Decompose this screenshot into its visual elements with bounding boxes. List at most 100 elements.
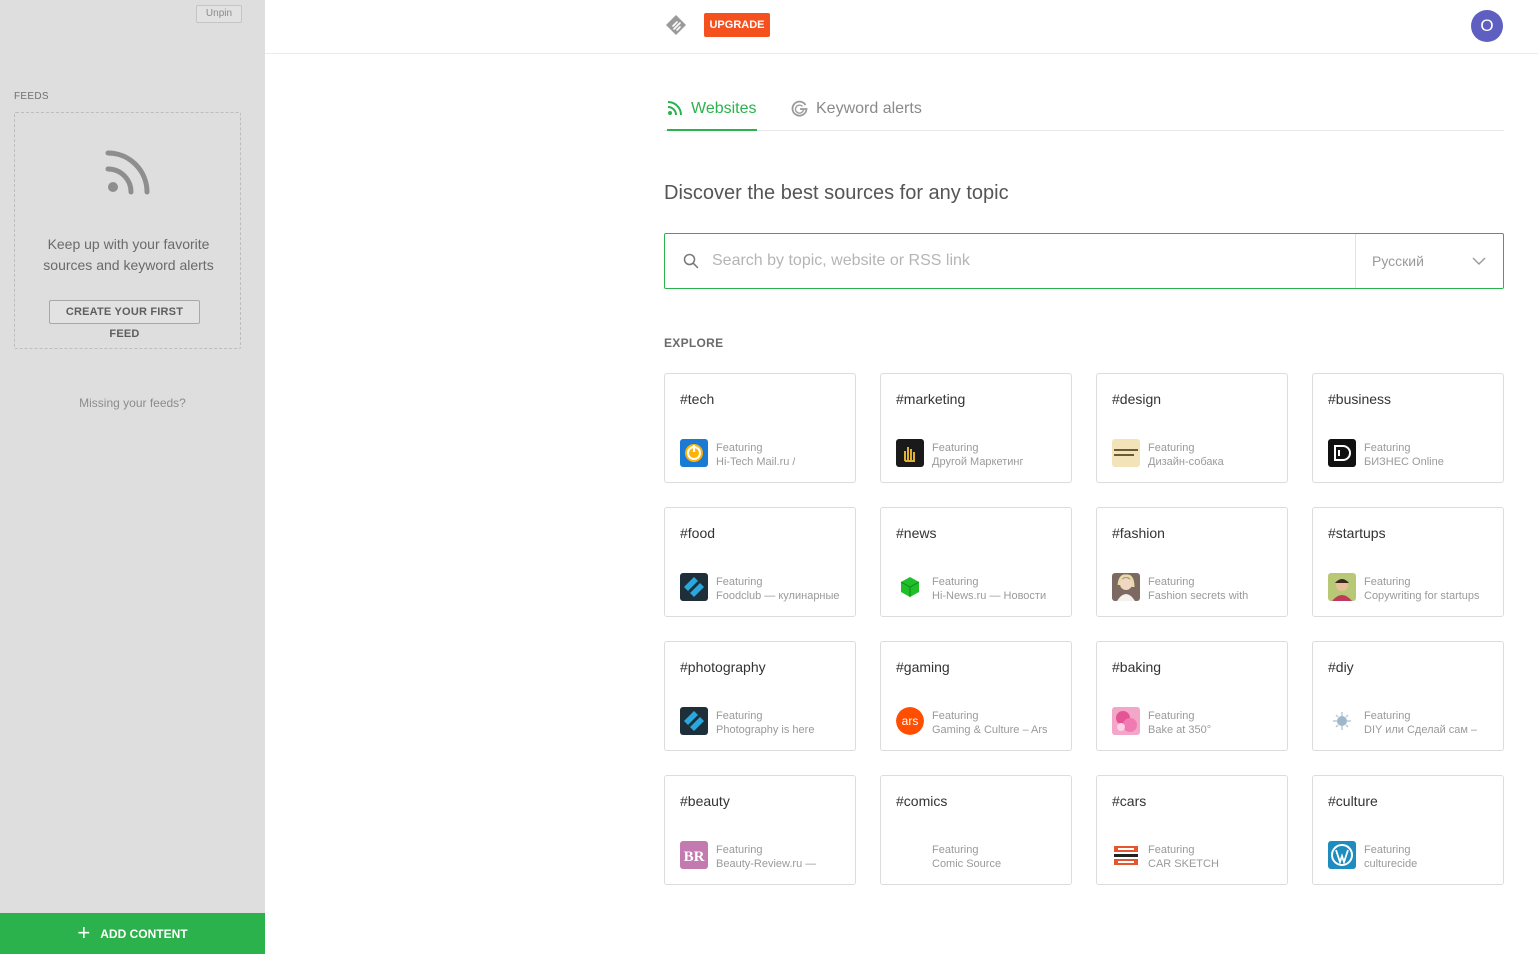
topic-title: #fashion	[1112, 525, 1165, 541]
topic-title: #food	[680, 525, 716, 541]
cube-icon	[896, 573, 924, 601]
page-heading: Discover the best sources for any topic	[664, 182, 1009, 204]
featured-source: Другой Маркетинг	[932, 456, 1024, 468]
add-content-label: ADD CONTENT	[100, 926, 188, 941]
featured-source: Дизайн-собака	[1148, 456, 1224, 468]
topic-title: #comics	[896, 793, 948, 809]
br-logo-icon: BR	[680, 841, 708, 869]
featuring-label: Featuring	[1148, 442, 1195, 454]
tab-keyword-alerts-label: Keyword alerts	[816, 100, 922, 117]
tab-keyword-alerts[interactable]: Keyword alerts	[791, 96, 922, 131]
topic-card-beauty[interactable]: #beauty BR Featuring Beauty-Review.ru —	[664, 775, 856, 885]
upgrade-button[interactable]: UPGRADE	[704, 13, 770, 37]
tab-websites[interactable]: Websites	[667, 96, 757, 131]
topic-title: #business	[1328, 391, 1392, 407]
create-first-feed-button[interactable]: CREATE YOUR FIRST FEED	[49, 300, 200, 340]
topic-title: #baking	[1112, 659, 1162, 675]
featuring-label: Featuring	[1148, 844, 1195, 856]
topic-card-marketing[interactable]: #marketing Featuring Другой Маркетинг	[880, 373, 1072, 483]
missing-feeds-link[interactable]: Missing your feeds?	[0, 396, 265, 410]
featured-source: DIY или Сделай сам –	[1364, 724, 1478, 736]
blank-icon	[896, 841, 924, 869]
featuring-label: Featuring	[1364, 844, 1411, 856]
featured-source: Fashion secrets with	[1148, 590, 1249, 602]
topic-card-food[interactable]: #food Featuring Foodclub — кулинарные	[664, 507, 856, 617]
featured-source: Hi-News.ru — Новости	[932, 590, 1047, 602]
topic-title: #startups	[1328, 525, 1386, 541]
topic-title: #tech	[680, 391, 715, 407]
business-logo-icon	[1328, 439, 1356, 467]
topic-title: #news	[896, 525, 937, 541]
featured-source: БИЗНЕС Online	[1364, 456, 1444, 468]
topic-title: #photography	[680, 659, 766, 675]
language-select[interactable]: Русский	[1355, 234, 1504, 288]
plus-icon: +	[77, 919, 91, 945]
feeds-empty-line-1: Keep up with your favorite	[47, 236, 210, 252]
search-input[interactable]	[712, 247, 1332, 275]
feedly-logo-icon[interactable]	[665, 14, 687, 36]
unpin-button[interactable]: Unpin	[196, 5, 242, 23]
cookie-icon	[1112, 707, 1140, 735]
featured-source: Bake at 350°	[1148, 724, 1212, 736]
topic-card-news[interactable]: #news Featuring Hi-News.ru — Новости	[880, 507, 1072, 617]
hand-icon	[896, 439, 924, 467]
featuring-label: Featuring	[716, 844, 763, 856]
topic-card-business[interactable]: #business Featuring БИЗНЕС Online	[1312, 373, 1504, 483]
featuring-label: Featuring	[716, 442, 763, 454]
language-value: Русский	[1372, 253, 1424, 269]
feeds-section-label: FEEDS	[14, 91, 49, 102]
car-sketch-icon	[1112, 841, 1140, 869]
foodclub-icon	[680, 573, 708, 601]
topic-card-photography[interactable]: #photography Featuring Photography is he…	[664, 641, 856, 751]
featuring-label: Featuring	[716, 576, 763, 588]
sidebar: Unpin FEEDS Keep up with your favorite s…	[0, 0, 265, 954]
svg-text:ars: ars	[902, 714, 919, 728]
rss-icon	[105, 150, 150, 195]
topic-card-baking[interactable]: #baking Featuring Bake at 350°	[1096, 641, 1288, 751]
topic-card-fashion[interactable]: #fashion Featuring Fashion secrets with	[1096, 507, 1288, 617]
tab-websites-label: Websites	[691, 100, 757, 117]
photo-icon	[680, 707, 708, 735]
topic-card-diy[interactable]: #diy Featuring DIY или Сделай сам –	[1312, 641, 1504, 751]
featured-source: Beauty-Review.ru —	[716, 858, 817, 870]
featured-source: Gaming & Culture – Ars	[932, 724, 1048, 736]
featured-source: Hi-Tech Mail.ru /	[716, 456, 796, 468]
ars-icon: ars	[896, 707, 924, 735]
topic-card-cars[interactable]: #cars Featuring CAR SKETCH	[1096, 775, 1288, 885]
topic-card-comics[interactable]: #comics Featuring Comic Source	[880, 775, 1072, 885]
topic-card-tech[interactable]: #tech Featuring Hi-Tech Mail.ru /	[664, 373, 856, 483]
featured-source: CAR SKETCH	[1148, 858, 1219, 870]
splash-icon	[1328, 707, 1356, 735]
add-content-button[interactable]: + ADD CONTENT	[0, 913, 265, 954]
topic-card-culture[interactable]: #culture Featuring culturecide	[1312, 775, 1504, 885]
fashion-avatar-icon	[1112, 573, 1140, 601]
svg-text:BR: BR	[684, 849, 705, 865]
feeds-empty-text: Keep up with your favorite sources and k…	[15, 234, 242, 276]
studio-logo-icon	[1112, 439, 1140, 467]
avatar[interactable]: O	[1471, 10, 1503, 42]
topic-card-gaming[interactable]: #gaming ars Featuring Gaming & Culture –…	[880, 641, 1072, 751]
startup-avatar-icon	[1328, 573, 1356, 601]
featured-source: culturecide	[1364, 858, 1418, 870]
featured-source: Foodclub — кулинарные	[716, 590, 840, 602]
google-icon	[791, 100, 808, 117]
featuring-label: Featuring	[716, 710, 763, 722]
topic-card-design[interactable]: #design Featuring Дизайн-собака	[1096, 373, 1288, 483]
featuring-label: Featuring	[1364, 442, 1411, 454]
featuring-label: Featuring	[1148, 576, 1195, 588]
topic-title: #culture	[1328, 793, 1378, 809]
search-bar: Русский	[664, 233, 1504, 289]
power-icon	[680, 439, 708, 467]
feeds-empty-line-2: sources and keyword alerts	[43, 257, 214, 273]
rss-icon	[667, 101, 682, 116]
featured-source: Comic Source	[932, 858, 1002, 870]
topic-title: #diy	[1328, 659, 1354, 675]
top-bar: UPGRADE O	[265, 0, 1538, 54]
featuring-label: Featuring	[1364, 710, 1411, 722]
featuring-label: Featuring	[932, 710, 979, 722]
topic-title: #beauty	[680, 793, 730, 809]
chevron-down-icon	[1472, 257, 1486, 265]
topic-card-startups[interactable]: #startups Featuring Copywriting for star…	[1312, 507, 1504, 617]
explore-label: EXPLORE	[664, 336, 724, 350]
topic-title: #gaming	[896, 659, 950, 675]
